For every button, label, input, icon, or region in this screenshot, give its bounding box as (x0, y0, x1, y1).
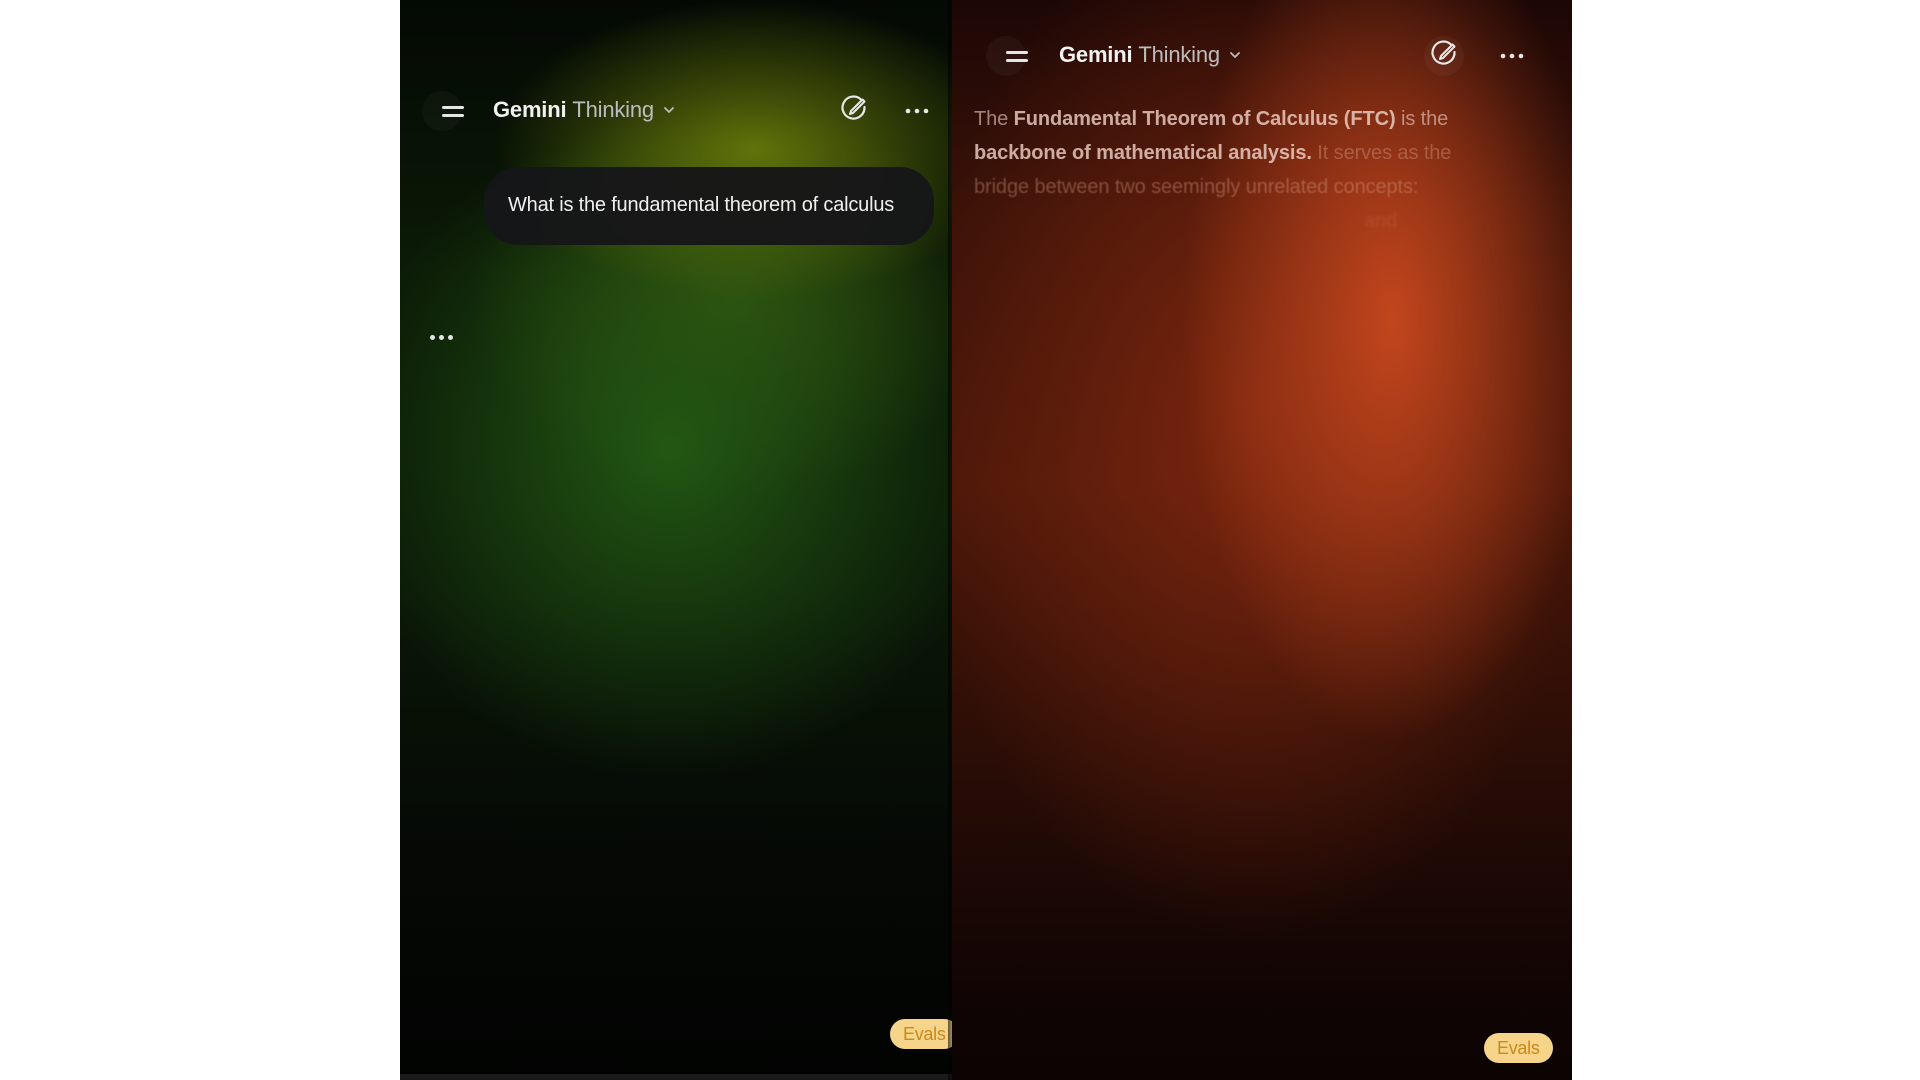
model-mode: Thinking (1138, 42, 1220, 67)
model-selector[interactable]: Gemini Thinking (1059, 42, 1242, 68)
menu-button[interactable] (986, 36, 1028, 76)
response-line: and (1364, 210, 1398, 232)
model-response: The Fundamental Theorem of Calculus (FTC… (974, 102, 1534, 238)
evals-badge: Evals (1484, 1033, 1553, 1063)
app-name: Gemini (493, 97, 567, 122)
app-name: Gemini (1059, 42, 1133, 67)
new-chat-button[interactable] (834, 91, 874, 131)
menu-button[interactable] (422, 91, 464, 131)
app-header: Gemini Thinking (952, 28, 1572, 84)
user-message-bubble: What is the fundamental theorem of calcu… (484, 167, 934, 245)
screen: Gemini Thinking What is the fundamental … (0, 0, 1920, 1080)
new-chat-pencil-icon (839, 94, 869, 129)
navigation-bar (400, 1074, 952, 1080)
evals-badge: Evals (890, 1019, 952, 1049)
response-line: bridge between two seemingly unrelated c… (974, 176, 1419, 198)
new-chat-pencil-icon (1429, 39, 1459, 74)
response-line: backbone of mathematical analysis. It se… (974, 142, 1452, 164)
chevron-down-icon (1228, 48, 1242, 62)
right-phone-screen: Gemini Thinking The Fundamental Theorem … (952, 0, 1572, 1080)
model-mode: Thinking (572, 97, 654, 122)
left-phone-screen: Gemini Thinking What is the fundamental … (400, 0, 952, 1080)
more-options-button[interactable] (1492, 36, 1532, 76)
more-horizontal-icon (1500, 47, 1524, 65)
more-options-button[interactable] (897, 91, 937, 131)
chevron-down-icon (662, 103, 676, 117)
app-header: Gemini Thinking (400, 83, 952, 139)
model-selector[interactable]: Gemini Thinking (493, 97, 676, 123)
new-chat-button[interactable] (1424, 36, 1464, 76)
more-horizontal-icon (905, 102, 929, 120)
loading-dots-icon (430, 330, 460, 344)
response-line: The Fundamental Theorem of Calculus (FTC… (974, 108, 1449, 130)
